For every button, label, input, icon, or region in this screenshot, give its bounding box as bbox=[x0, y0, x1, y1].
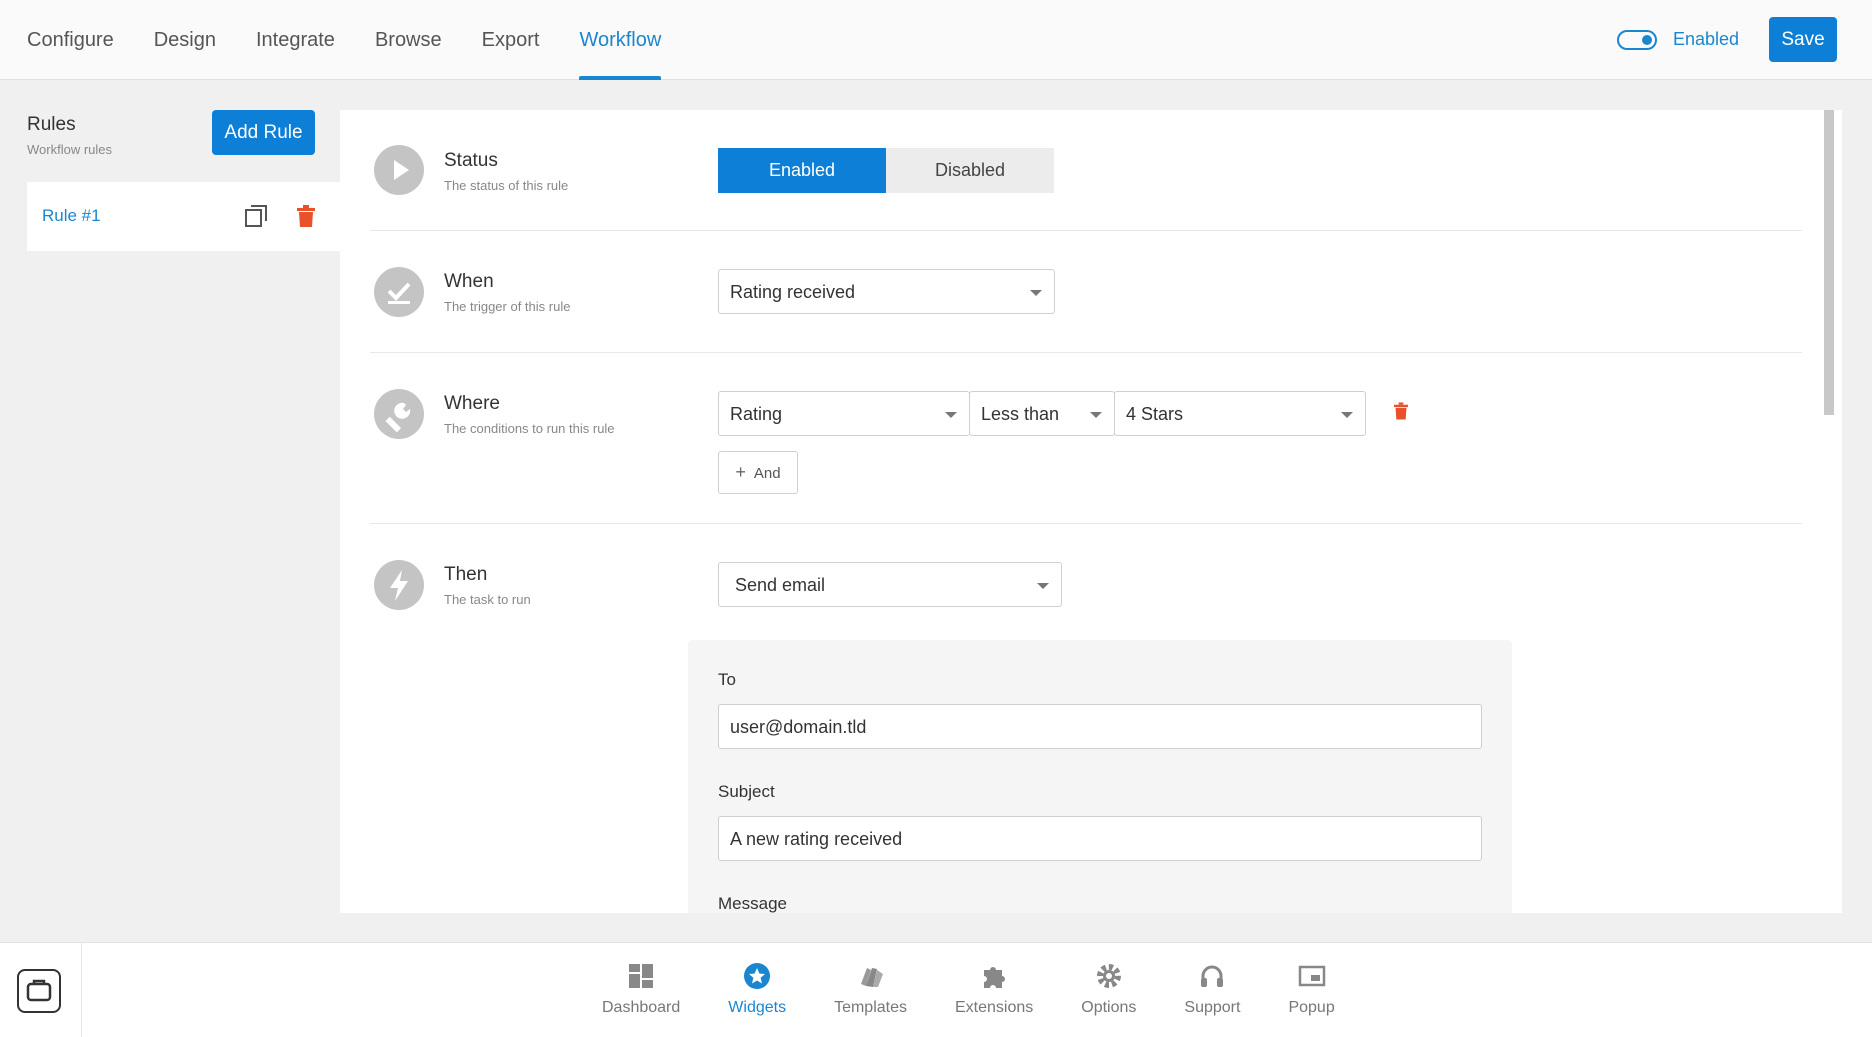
nav-dashboard[interactable]: Dashboard bbox=[602, 961, 680, 1017]
briefcase-icon[interactable] bbox=[17, 969, 61, 1013]
status-row: Status The status of this rule Enabled D… bbox=[370, 110, 1802, 231]
duplicate-icon[interactable] bbox=[244, 204, 268, 228]
top-tabs: Configure Design Integrate Browse Export… bbox=[27, 0, 701, 80]
nav-options[interactable]: Options bbox=[1081, 961, 1136, 1017]
to-label: To bbox=[718, 670, 736, 689]
sidebar-title: Rules bbox=[27, 114, 76, 135]
condition-value-value: 4 Stars bbox=[1126, 404, 1184, 424]
enabled-toggle-label: Enabled bbox=[1672, 29, 1739, 49]
enabled-toggle[interactable] bbox=[1616, 29, 1657, 50]
task-value: Send email bbox=[735, 575, 826, 595]
nav-label: Templates bbox=[834, 999, 907, 1016]
gear-icon bbox=[1094, 961, 1124, 991]
rule-editor-panel: Status The status of this rule Enabled D… bbox=[340, 110, 1842, 913]
where-row: Where The conditions to run this rule Ra… bbox=[370, 353, 1802, 524]
panel-scrollbar[interactable] bbox=[1824, 110, 1834, 913]
nav-support[interactable]: Support bbox=[1184, 961, 1240, 1017]
condition-field-select[interactable]: Rating bbox=[718, 391, 970, 436]
tab-export[interactable]: Export bbox=[482, 0, 540, 80]
where-title: Where bbox=[444, 393, 500, 414]
bottom-nav-bar: Dashboard Widgets Templates Extensions O… bbox=[0, 942, 1872, 1037]
nav-label: Extensions bbox=[955, 999, 1034, 1016]
rule-list-item[interactable]: Rule #1 bbox=[27, 182, 341, 251]
nav-label: Widgets bbox=[728, 999, 787, 1016]
wrench-icon bbox=[374, 389, 424, 439]
brand-area bbox=[0, 943, 82, 1037]
nav-popup[interactable]: Popup bbox=[1288, 961, 1335, 1017]
subject-field[interactable]: A new rating received bbox=[718, 816, 1482, 861]
puzzle-icon bbox=[979, 961, 1009, 991]
chevron-down-icon bbox=[1090, 412, 1102, 418]
toggle-knob bbox=[1641, 34, 1652, 45]
bottom-nav: Dashboard Widgets Templates Extensions O… bbox=[602, 961, 1383, 1017]
popup-icon bbox=[1297, 961, 1327, 991]
trash-icon[interactable] bbox=[297, 205, 315, 227]
chevron-down-icon bbox=[1030, 290, 1042, 296]
headphones-icon bbox=[1197, 961, 1227, 991]
condition-field-value: Rating bbox=[730, 404, 783, 424]
status-disabled-button[interactable]: Disabled bbox=[886, 148, 1054, 193]
condition-operator-select[interactable]: Less than bbox=[969, 391, 1115, 436]
when-title: When bbox=[444, 271, 494, 292]
nav-extensions[interactable]: Extensions bbox=[955, 961, 1033, 1017]
trigger-value: Rating received bbox=[730, 282, 856, 302]
nav-widgets[interactable]: Widgets bbox=[728, 961, 786, 1017]
lightning-icon bbox=[374, 560, 424, 610]
tab-design[interactable]: Design bbox=[154, 0, 216, 80]
then-title: Then bbox=[444, 564, 488, 585]
subject-label: Subject bbox=[718, 782, 775, 801]
tab-browse[interactable]: Browse bbox=[375, 0, 442, 80]
top-nav-bar: Configure Design Integrate Browse Export… bbox=[0, 0, 1872, 80]
nav-templates[interactable]: Templates bbox=[834, 961, 907, 1017]
status-title: Status bbox=[444, 150, 498, 171]
status-subtitle: The status of this rule bbox=[444, 178, 569, 193]
condition-operator-value: Less than bbox=[981, 404, 1060, 424]
nav-label: Dashboard bbox=[602, 999, 681, 1016]
rule-name[interactable]: Rule #1 bbox=[42, 206, 101, 226]
scrollbar-thumb[interactable] bbox=[1824, 110, 1834, 415]
message-label: Message bbox=[718, 894, 787, 913]
checkmark-icon bbox=[374, 267, 424, 317]
add-and-condition-button[interactable]: + And bbox=[718, 451, 798, 494]
play-icon bbox=[374, 145, 424, 195]
when-subtitle: The trigger of this rule bbox=[444, 299, 571, 314]
subject-value: A new rating received bbox=[730, 829, 903, 849]
chevron-down-icon bbox=[1037, 583, 1049, 589]
status-segmented-control: Enabled Disabled bbox=[718, 148, 1054, 193]
trigger-select[interactable]: Rating received bbox=[718, 269, 1055, 314]
to-field[interactable]: user@domain.tld bbox=[718, 704, 1482, 749]
top-actions: Enabled Save bbox=[1616, 17, 1837, 62]
nav-label: Support bbox=[1184, 999, 1241, 1016]
nav-label: Popup bbox=[1288, 999, 1335, 1016]
templates-icon bbox=[856, 961, 886, 991]
tab-integrate[interactable]: Integrate bbox=[256, 0, 335, 80]
nav-label: Options bbox=[1081, 999, 1137, 1016]
dashboard-icon bbox=[626, 961, 656, 991]
where-subtitle: The conditions to run this rule bbox=[444, 421, 615, 436]
sidebar-subtitle: Workflow rules bbox=[27, 142, 113, 157]
trash-icon[interactable] bbox=[1394, 402, 1408, 420]
to-value: user@domain.tld bbox=[730, 717, 867, 737]
tab-workflow[interactable]: Workflow bbox=[579, 0, 661, 80]
when-row: When The trigger of this rule Rating rec… bbox=[370, 231, 1802, 353]
task-select[interactable]: Send email bbox=[718, 562, 1062, 607]
and-label: And bbox=[753, 465, 781, 482]
then-subtitle: The task to run bbox=[444, 592, 531, 607]
plus-icon: + bbox=[735, 462, 746, 482]
save-button[interactable]: Save bbox=[1769, 17, 1837, 62]
status-enabled-button[interactable]: Enabled bbox=[718, 148, 886, 193]
add-rule-button[interactable]: Add Rule bbox=[212, 110, 315, 155]
chevron-down-icon bbox=[945, 412, 957, 418]
chevron-down-icon bbox=[1341, 412, 1353, 418]
email-settings-box: To user@domain.tld Subject A new rating … bbox=[688, 640, 1512, 913]
condition-value-select[interactable]: 4 Stars bbox=[1114, 391, 1366, 436]
tab-configure[interactable]: Configure bbox=[27, 0, 114, 80]
star-icon bbox=[742, 961, 772, 991]
